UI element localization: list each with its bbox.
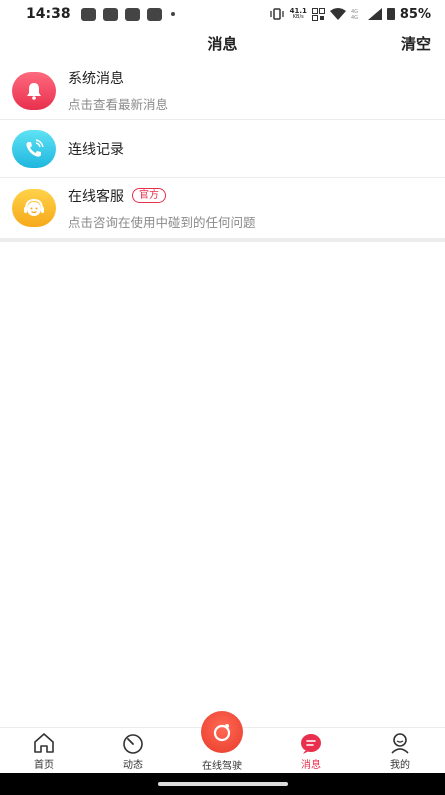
status-bar: 14:38 41.1 KB/s 4G 4G 85%: [0, 0, 445, 28]
qr-icon: [311, 7, 325, 21]
clear-button[interactable]: 清空: [401, 33, 431, 54]
bottom-nav: 首页 动态 在线驾驶 消息 我的: [0, 711, 445, 773]
bell-icon: [27, 82, 41, 100]
network-speed-unit: KB/s: [292, 14, 304, 20]
list-item-subtitle: 点击查看最新消息: [68, 97, 169, 112]
network-speed: 41.1 KB/s: [290, 8, 307, 21]
notification-icon: [146, 7, 162, 21]
system-message-avatar: [12, 71, 56, 110]
list-item-system-messages[interactable]: 系统消息 点击查看最新消息: [0, 62, 445, 120]
notification-icon: [80, 7, 96, 21]
home-icon: [34, 733, 54, 753]
nav-item-dynamic[interactable]: 动态: [103, 732, 163, 771]
gesture-handle[interactable]: [158, 782, 288, 786]
list-item-online-support[interactable]: 在线客服 官方 点击咨询在使用中碰到的任何问题: [0, 178, 445, 238]
nav-label: 消息: [301, 760, 321, 771]
message-icon: [301, 734, 321, 754]
battery-level: 85%: [399, 6, 431, 22]
battery-icon: [386, 8, 395, 20]
status-icons: 41.1 KB/s 4G 4G 85%: [269, 7, 431, 22]
list-item-title: 在线客服: [68, 188, 124, 205]
message-list: 系统消息 点击查看最新消息 连线记录 在线客服 官方 点击咨询在使用中碰到的任何…: [0, 62, 445, 242]
online-drive-button[interactable]: [201, 711, 243, 753]
system-gesture-area: [0, 773, 445, 795]
notification-icon: [124, 7, 140, 21]
profile-icon: [391, 733, 409, 754]
wifi-icon: [329, 8, 346, 20]
speedometer-icon: [123, 734, 143, 754]
header: 消息 清空: [0, 28, 445, 60]
page-title: 消息: [207, 35, 238, 53]
notification-icon: [102, 7, 118, 21]
connection-record-avatar: [12, 129, 56, 168]
signal-4g-icon: 4G 4G: [351, 9, 358, 20]
phone-icon: [26, 138, 44, 157]
signal-icon: [367, 8, 382, 20]
nav-item-messages[interactable]: 消息: [281, 732, 341, 771]
drive-icon: [213, 724, 231, 742]
nav-label: 我的: [390, 760, 410, 771]
status-time: 14:38: [26, 6, 71, 22]
nav-item-home[interactable]: 首页: [14, 732, 74, 771]
headset-icon: [24, 198, 44, 216]
nav-label: 首页: [34, 760, 54, 771]
vibrate-icon: [269, 8, 284, 20]
nav-item-profile[interactable]: 我的: [370, 732, 430, 771]
nav-label: 动态: [123, 760, 143, 771]
nav-label-online-drive: 在线驾驶: [202, 761, 242, 772]
official-badge: 官方: [132, 188, 166, 203]
online-support-avatar: [12, 189, 56, 227]
divider: [0, 238, 445, 242]
list-item-connection-records[interactable]: 连线记录: [0, 120, 445, 178]
more-notifications-icon: [170, 12, 175, 16]
list-item-title: 系统消息: [68, 71, 124, 87]
svg-text:4G: 4G: [351, 15, 358, 20]
list-item-subtitle: 点击咨询在使用中碰到的任何问题: [68, 214, 256, 230]
list-item-title: 连线记录: [68, 141, 124, 158]
